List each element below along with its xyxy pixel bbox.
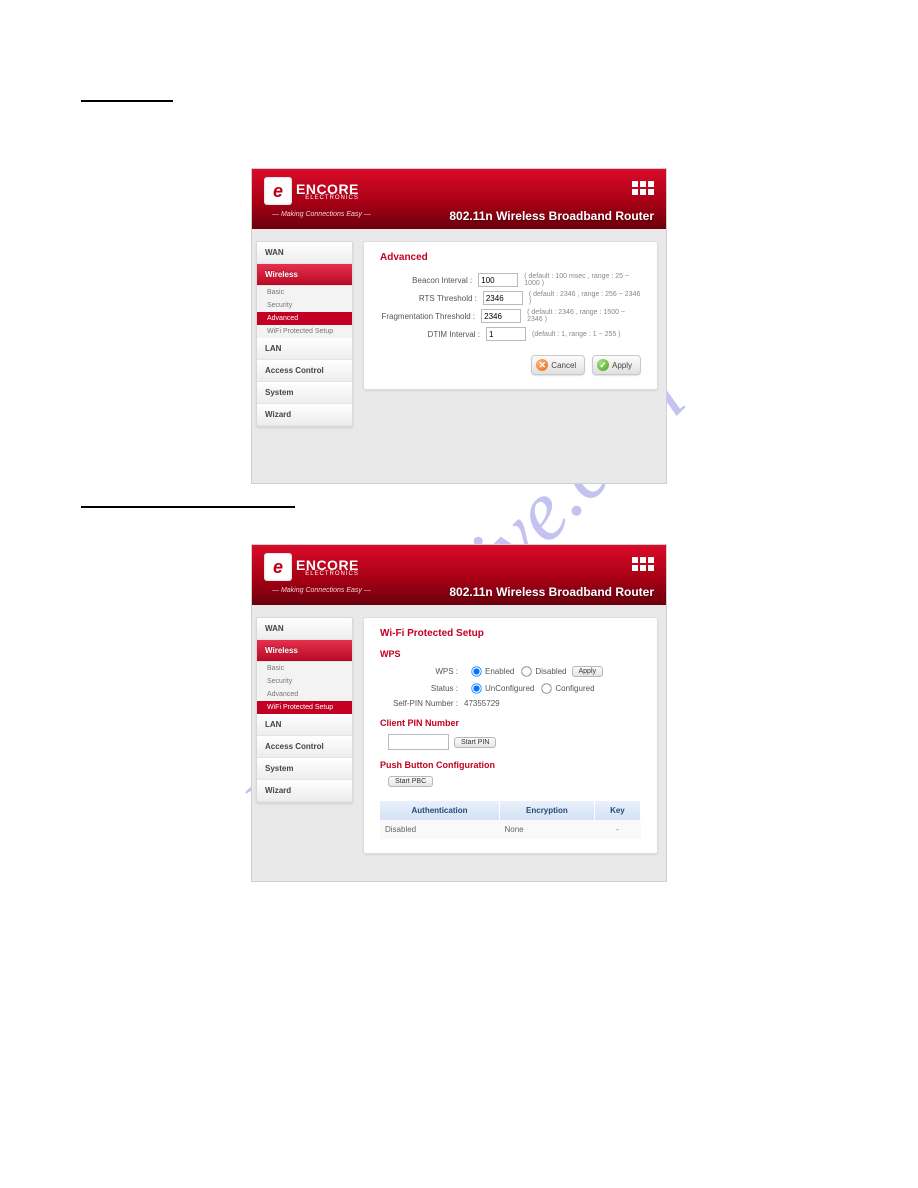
- logo: e ENCORE ELECTRONICS: [264, 553, 359, 581]
- section-underline-2: [81, 506, 295, 508]
- sidebar-item-wizard[interactable]: Wizard: [257, 780, 352, 802]
- sidebar-sub-basic[interactable]: Basic: [257, 662, 352, 675]
- logo: e ENCORE ELECTRONICS: [264, 177, 359, 205]
- tagline: — Making Connections Easy —: [272, 587, 371, 594]
- row-wps-status: Status : UnConfigured Configured: [380, 682, 641, 695]
- label-beacon: Beacon Interval :: [380, 276, 478, 285]
- th-enc: Encryption: [499, 801, 594, 820]
- input-dtim[interactable]: [486, 327, 526, 341]
- sidebar-sub-security[interactable]: Security: [257, 675, 352, 688]
- wps-status-table: Authentication Encryption Key Disabled N…: [380, 801, 641, 839]
- logo-text: ENCORE ELECTRONICS: [296, 181, 359, 201]
- apply-icon: ✓: [597, 359, 609, 371]
- row-dtim-interval: DTIM Interval : (default : 1, range : 1 …: [380, 327, 641, 341]
- sidebar-item-wan[interactable]: WAN: [257, 618, 352, 640]
- label-dtim: DTIM Interval :: [380, 330, 486, 339]
- radio-status-configured[interactable]: [542, 683, 552, 693]
- logo-mark-icon: e: [264, 553, 292, 581]
- wps-apply-button[interactable]: Apply: [572, 666, 604, 677]
- sidebar-item-accesscontrol[interactable]: Access Control: [257, 360, 352, 382]
- sidebar-sub-security[interactable]: Security: [257, 299, 352, 312]
- header-grid-icon: [632, 181, 654, 195]
- header-title: 802.11n Wireless Broadband Router: [449, 209, 654, 223]
- hint-rts: ( default : 2346 , range : 256 ~ 2346 ): [529, 291, 641, 305]
- hint-beacon: ( default : 100 msec , range : 25 ~ 1000…: [524, 273, 641, 287]
- sidebar-item-accesscontrol[interactable]: Access Control: [257, 736, 352, 758]
- th-key: Key: [594, 801, 640, 820]
- td-key: -: [594, 820, 640, 839]
- advanced-title: Advanced: [380, 252, 641, 263]
- sidebar-item-lan[interactable]: LAN: [257, 338, 352, 360]
- label-status: Status :: [380, 684, 464, 693]
- cancel-button[interactable]: ✕ Cancel: [531, 355, 585, 375]
- client-pin-title: Client PIN Number: [380, 718, 641, 728]
- sidebar-sub-advanced[interactable]: Advanced: [257, 312, 352, 325]
- input-client-pin[interactable]: [388, 734, 449, 750]
- advanced-panel: Advanced Beacon Interval : ( default : 1…: [363, 241, 658, 390]
- router-header: e ENCORE ELECTRONICS — Making Connection…: [252, 169, 666, 229]
- td-enc: None: [499, 820, 594, 839]
- wps-title: Wi-Fi Protected Setup: [380, 628, 641, 639]
- sidebar-item-system[interactable]: System: [257, 758, 352, 780]
- router-screenshot-advanced: e ENCORE ELECTRONICS — Making Connection…: [251, 168, 667, 484]
- sidebar-item-wizard[interactable]: Wizard: [257, 404, 352, 426]
- row-frag-threshold: Fragmentation Threshold : ( default : 23…: [380, 309, 641, 323]
- start-pin-button[interactable]: Start PIN: [454, 737, 496, 748]
- sidebar-sub-wps[interactable]: WiFi Protected Setup: [257, 701, 352, 714]
- cancel-icon: ✕: [536, 359, 548, 371]
- hint-dtim: (default : 1, range : 1 ~ 255 ): [532, 331, 621, 338]
- header-grid-icon: [632, 557, 654, 571]
- hint-frag: ( default : 2346 , range : 1500 ~ 2346 ): [527, 309, 641, 323]
- wps-section: WPS: [380, 649, 641, 659]
- sidebar: WAN Wireless Basic Security Advanced WiF…: [256, 241, 353, 427]
- input-beacon[interactable]: [478, 273, 518, 287]
- table-row: Disabled None -: [380, 820, 641, 839]
- radio-wps-enabled[interactable]: [471, 666, 481, 676]
- label-disabled: Disabled: [535, 667, 566, 676]
- label-enabled: Enabled: [485, 667, 514, 676]
- sidebar-item-wan[interactable]: WAN: [257, 242, 352, 264]
- sidebar-item-system[interactable]: System: [257, 382, 352, 404]
- label-frag: Fragmentation Threshold :: [380, 312, 481, 321]
- row-wps-mode: WPS : Enabled Disabled Apply: [380, 665, 641, 678]
- sidebar-sub-wps[interactable]: WiFi Protected Setup: [257, 325, 352, 338]
- section-underline-1: [81, 100, 173, 102]
- sidebar-item-wireless[interactable]: Wireless: [257, 640, 352, 662]
- row-self-pin: Self-PIN Number : 47355729: [380, 699, 641, 708]
- label-unconfigured: UnConfigured: [485, 684, 534, 693]
- router-header: e ENCORE ELECTRONICS — Making Connection…: [252, 545, 666, 605]
- td-auth: Disabled: [380, 820, 499, 839]
- radio-status-unconfigured[interactable]: [471, 683, 481, 693]
- input-rts[interactable]: [483, 291, 523, 305]
- logo-text: ENCORE ELECTRONICS: [296, 557, 359, 577]
- sidebar-sub-basic[interactable]: Basic: [257, 286, 352, 299]
- wps-panel: Wi-Fi Protected Setup WPS WPS : Enabled …: [363, 617, 658, 854]
- brand-sub: ELECTRONICS: [296, 571, 359, 577]
- label-wps: WPS :: [380, 667, 464, 676]
- row-beacon-interval: Beacon Interval : ( default : 100 msec ,…: [380, 273, 641, 287]
- label-rts: RTS Threshold :: [380, 294, 483, 303]
- brand-sub: ELECTRONICS: [296, 195, 359, 201]
- tagline: — Making Connections Easy —: [272, 211, 371, 218]
- th-auth: Authentication: [380, 801, 499, 820]
- row-client-pin: Start PIN: [388, 734, 641, 750]
- input-frag[interactable]: [481, 309, 521, 323]
- start-pbc-button[interactable]: Start PBC: [388, 776, 433, 787]
- sidebar-item-lan[interactable]: LAN: [257, 714, 352, 736]
- value-self-pin: 47355729: [464, 699, 500, 708]
- apply-label: Apply: [612, 361, 632, 370]
- logo-mark-icon: e: [264, 177, 292, 205]
- sidebar-sub-advanced[interactable]: Advanced: [257, 688, 352, 701]
- sidebar: WAN Wireless Basic Security Advanced WiF…: [256, 617, 353, 803]
- label-self-pin: Self-PIN Number :: [380, 699, 464, 708]
- cancel-label: Cancel: [551, 361, 576, 370]
- label-configured: Configured: [555, 684, 594, 693]
- radio-wps-disabled[interactable]: [522, 666, 532, 676]
- sidebar-item-wireless[interactable]: Wireless: [257, 264, 352, 286]
- row-rts-threshold: RTS Threshold : ( default : 2346 , range…: [380, 291, 641, 305]
- header-title: 802.11n Wireless Broadband Router: [449, 585, 654, 599]
- pbc-title: Push Button Configuration: [380, 760, 641, 770]
- router-screenshot-wps: e ENCORE ELECTRONICS — Making Connection…: [251, 544, 667, 882]
- apply-button[interactable]: ✓ Apply: [592, 355, 641, 375]
